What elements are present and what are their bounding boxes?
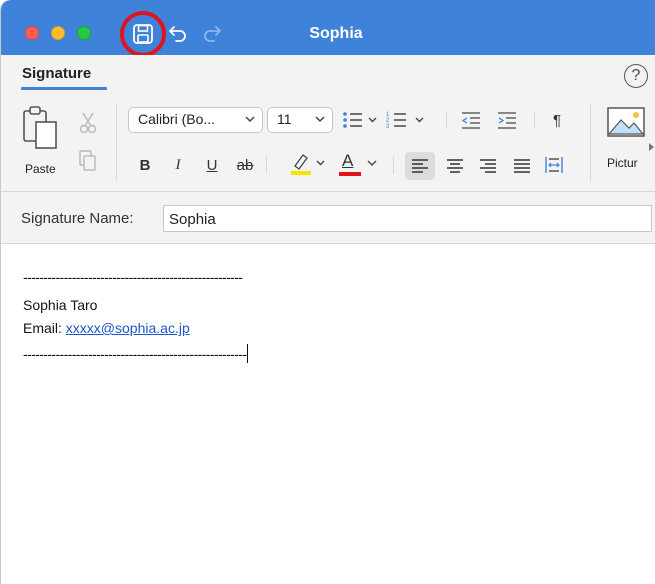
paste-label: Paste	[25, 162, 56, 176]
justify-button[interactable]	[510, 154, 534, 178]
distributed-icon	[545, 157, 563, 173]
picture-icon	[607, 107, 645, 137]
align-center-button[interactable]	[443, 154, 467, 178]
increase-indent-button[interactable]	[495, 108, 519, 132]
email-line: Email: xxxxx@sophia.ac.jp	[23, 320, 190, 336]
help-button[interactable]: ?	[624, 64, 648, 88]
ribbon-separator	[393, 156, 394, 174]
ribbon-tab-bar: Signature ?	[1, 55, 655, 93]
distributed-button[interactable]	[542, 153, 566, 177]
font-name-value: Calibri (Bo...	[138, 111, 216, 127]
scissors-icon	[79, 112, 97, 134]
separator-line-bottom-text: ----------------------------------------…	[23, 346, 247, 362]
title-bar: Sophia	[1, 0, 655, 57]
signature-name-row: Signature Name:	[1, 192, 655, 244]
font-color-button[interactable]: A	[339, 151, 385, 176]
pictures-label: Pictur	[607, 156, 638, 170]
signature-editor[interactable]: ----------------------------------------…	[1, 245, 655, 584]
font-color-swatch	[339, 172, 361, 176]
email-link[interactable]: xxxxx@sophia.ac.jp	[66, 320, 190, 336]
font-size-value: 11	[277, 111, 292, 127]
text-caret	[247, 344, 249, 363]
chevron-down-icon	[315, 116, 325, 123]
align-left-button[interactable]	[405, 152, 435, 180]
font-color-letter: A	[342, 151, 354, 170]
underline-button[interactable]: U	[202, 153, 222, 177]
bullet-list-icon	[343, 112, 377, 128]
highlight-color-button[interactable]	[289, 151, 333, 175]
paste-button[interactable]: Paste	[21, 105, 67, 183]
minimize-window-button[interactable]	[51, 26, 65, 40]
email-prefix: Email:	[23, 320, 66, 336]
chevron-down-icon	[245, 116, 255, 123]
cut-button[interactable]	[79, 111, 97, 140]
save-icon	[133, 24, 153, 44]
signature-window: Sophia Signature ? Paste Calibri (Bo... …	[0, 0, 655, 584]
align-right-button[interactable]	[476, 154, 500, 178]
ribbon: Paste Calibri (Bo... 11 1 2 3 ¶ B I U ab…	[1, 93, 655, 192]
copy-icon	[79, 150, 96, 171]
ribbon-separator	[590, 103, 591, 181]
justify-icon	[514, 159, 530, 173]
zoom-window-button[interactable]	[77, 26, 91, 40]
align-center-icon	[447, 159, 463, 173]
align-left-icon	[412, 159, 428, 173]
ribbon-separator	[116, 103, 117, 181]
pictures-button[interactable]	[607, 107, 645, 142]
ribbon-separator	[266, 156, 267, 174]
active-tab-indicator	[21, 87, 107, 90]
font-name-select[interactable]: Calibri (Bo...	[128, 107, 263, 133]
show-formatting-button[interactable]: ¶	[547, 108, 567, 132]
separator-line-top: ----------------------------------------…	[23, 269, 243, 285]
window-title: Sophia	[309, 25, 363, 42]
chevron-down-icon	[367, 160, 377, 166]
signature-name-label: Signature Name:	[21, 210, 134, 227]
strikethrough-button[interactable]: ab	[233, 153, 257, 177]
signature-name-field[interactable]	[163, 205, 652, 232]
ribbon-separator	[534, 111, 535, 129]
svg-text:3: 3	[386, 124, 390, 130]
increase-indent-icon	[498, 112, 516, 129]
numbered-list-icon: 1 2 3	[386, 112, 424, 130]
decrease-indent-icon	[461, 112, 480, 129]
redo-icon	[204, 26, 221, 42]
undo-button[interactable]	[167, 22, 189, 44]
ribbon-separator	[446, 111, 447, 129]
font-size-select[interactable]: 11	[267, 107, 333, 133]
numbering-button[interactable]: 1 2 3	[386, 108, 430, 132]
tab-signature[interactable]: Signature	[22, 65, 91, 82]
decrease-indent-button[interactable]	[459, 108, 483, 132]
redo-button[interactable]	[201, 22, 223, 44]
bullets-button[interactable]	[342, 108, 382, 132]
close-window-button[interactable]	[25, 26, 39, 40]
signature-name-text: Sophia Taro	[23, 297, 98, 313]
paste-icon	[23, 106, 57, 149]
separator-line-bottom: ----------------------------------------…	[23, 344, 249, 363]
ribbon-overflow-arrow[interactable]	[649, 143, 654, 151]
highlighter-icon	[291, 154, 325, 175]
bold-button[interactable]: B	[135, 153, 155, 177]
undo-icon	[169, 26, 186, 42]
copy-button[interactable]	[78, 149, 98, 178]
italic-button[interactable]: I	[168, 153, 188, 177]
align-right-icon	[480, 159, 496, 173]
save-button[interactable]	[132, 23, 154, 45]
